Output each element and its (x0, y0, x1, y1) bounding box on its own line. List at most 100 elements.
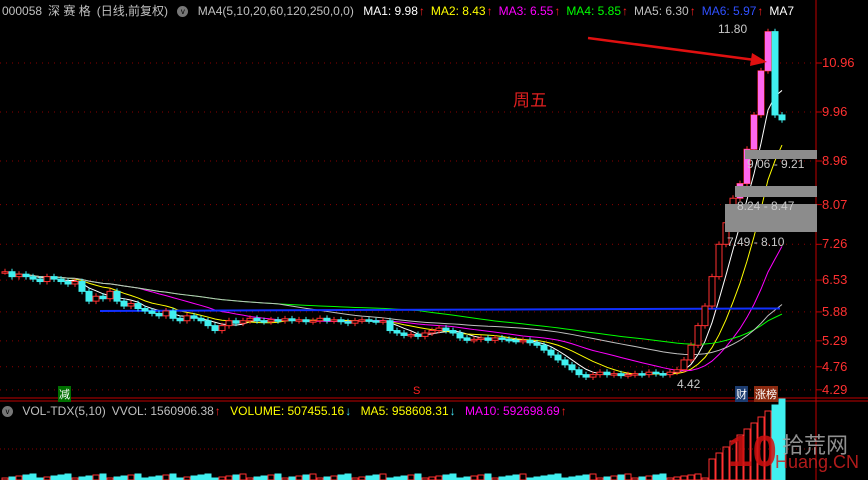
candle (715, 243, 723, 278)
volume-bar (225, 475, 233, 480)
volume-header: v VOL-TDX(5,10) VVOL: 1560906.38↑ VOLUME:… (2, 404, 573, 418)
candle (547, 349, 555, 356)
candle (533, 342, 541, 346)
candle (267, 319, 275, 323)
volume-bar (190, 475, 198, 480)
candle (78, 281, 86, 292)
price-axis-label: 5.88 (822, 303, 848, 319)
candle (379, 320, 387, 323)
candle (778, 114, 786, 121)
volume-bar (169, 473, 177, 480)
candle (484, 337, 492, 341)
ma40-line (4, 271, 783, 356)
candle (351, 320, 359, 324)
candle (498, 337, 506, 340)
candle (344, 321, 352, 324)
volume-bar (624, 473, 632, 480)
volume-bar (435, 475, 443, 480)
watermark-logo: 10 (728, 427, 777, 476)
volume-bar (127, 474, 135, 480)
volume-bar (99, 473, 107, 480)
volume-bar (505, 475, 513, 480)
sell-marker[interactable]: S (412, 385, 421, 397)
candle (288, 318, 296, 322)
candle (771, 31, 779, 116)
volume-bar (15, 475, 23, 480)
volume-bar (22, 474, 30, 480)
candle (505, 338, 513, 342)
price-axis-label: 5.29 (822, 332, 848, 348)
price-axis-label: 8.96 (822, 153, 848, 168)
volume-bar (484, 473, 492, 480)
candle (442, 327, 450, 332)
candle (582, 374, 590, 378)
vol-indicator-name[interactable]: VOL-TDX(5,10) (22, 404, 105, 418)
candle (99, 295, 107, 300)
candle (50, 276, 58, 280)
volume-bar (302, 474, 310, 480)
volume-bar (330, 475, 338, 480)
candle (162, 310, 170, 317)
candle (316, 317, 324, 322)
rank-marker[interactable]: 涨榜 (754, 386, 778, 402)
candle (183, 315, 191, 322)
volume-value: VOLUME: 507455.16↓ (230, 404, 352, 418)
price-axis-label: 4.76 (822, 358, 848, 374)
candle (680, 359, 688, 371)
volume-bar (267, 474, 275, 480)
volume-menu-icon[interactable]: v (2, 406, 13, 418)
candle (519, 339, 527, 343)
candle (407, 333, 415, 337)
volume-bar (29, 473, 37, 480)
candle (15, 273, 23, 278)
candle (701, 305, 709, 327)
price-axis-label: 7.26 (822, 236, 848, 252)
volume-bar (610, 475, 618, 480)
volume-bar (92, 474, 100, 480)
range-label-2: 8.24 - 8.47 (737, 199, 795, 213)
candle (127, 303, 135, 307)
volume-bar (134, 473, 142, 480)
watermark-en: Huang.CN (775, 452, 860, 472)
vvol-value: VVOL: 1560906.38↑ (111, 404, 221, 418)
candle (22, 273, 30, 278)
reduce-marker[interactable]: 减 (58, 386, 71, 402)
volume-bar (575, 475, 583, 480)
candle (694, 325, 702, 346)
price-axis-label: 6.53 (822, 272, 848, 288)
volume-bar (337, 474, 345, 480)
candle (596, 371, 604, 376)
candle (204, 320, 212, 327)
candle (330, 319, 338, 322)
price-axis-label: 4.29 (822, 381, 848, 397)
finance-marker[interactable]: 财 (735, 386, 748, 402)
candle (134, 303, 142, 309)
volume-bar (365, 475, 373, 480)
candle (211, 325, 219, 332)
candle (645, 371, 653, 376)
candle (666, 371, 674, 376)
volume-bar (85, 475, 93, 480)
candle (631, 373, 639, 376)
candle (372, 320, 380, 323)
volume-bar (344, 473, 352, 480)
candle (512, 339, 520, 343)
candle (751, 114, 757, 150)
candle (190, 315, 198, 319)
candle (71, 281, 79, 285)
candle (106, 290, 114, 300)
candle (274, 319, 282, 322)
candle (197, 317, 205, 322)
price-axis-label: 9.96 (822, 104, 848, 119)
volume-bar (687, 474, 695, 480)
candle (36, 278, 44, 283)
volume-bar (309, 473, 317, 480)
volume-bar (519, 473, 527, 480)
volume-bar (645, 475, 653, 480)
candle (148, 310, 156, 314)
candle (603, 371, 611, 376)
candle (120, 300, 128, 307)
volume-bar (547, 474, 555, 480)
candle (232, 320, 240, 324)
volume-bar (680, 475, 688, 480)
